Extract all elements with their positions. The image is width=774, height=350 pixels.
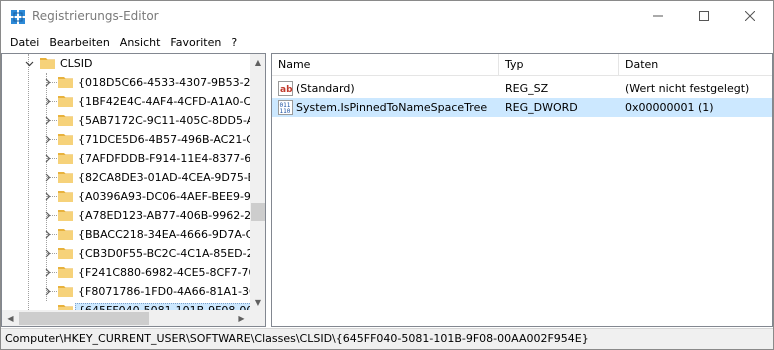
- folder-icon: [58, 172, 73, 183]
- minimize-icon: [653, 15, 663, 17]
- expand-arrow-icon[interactable]: [42, 153, 52, 163]
- menu-ansicht[interactable]: Ansicht: [115, 36, 166, 49]
- tree-item-clsid-child[interactable]: {CB3D0F55-BC2C-4C1A-85ED-23: [2, 244, 261, 263]
- registry-path: Computer\HKEY_CURRENT_USER\SOFTWARE\Clas…: [5, 332, 589, 345]
- tree-item-label: CLSID: [60, 57, 93, 70]
- expand-arrow-icon[interactable]: [42, 210, 52, 220]
- expand-arrow-icon[interactable]: [42, 267, 52, 277]
- folder-icon: [58, 134, 73, 145]
- window-title: Registrierungs-Editor: [32, 9, 159, 23]
- expand-arrow-icon[interactable]: [42, 248, 52, 258]
- list-row[interactable]: ab (Standard) REG_SZ (Wert nicht festgel…: [272, 79, 772, 98]
- expand-arrow-icon[interactable]: [42, 191, 52, 201]
- tree-item-clsid[interactable]: CLSID: [2, 54, 251, 73]
- tree-item-clsid-child[interactable]: {F241C880-6982-4CE5-8CF7-708: [2, 263, 263, 282]
- maximize-button[interactable]: [681, 1, 727, 31]
- menu-bearbeiten[interactable]: Bearbeiten: [44, 36, 114, 49]
- list-header: Name Typ Daten: [272, 54, 772, 76]
- close-button[interactable]: [727, 1, 773, 31]
- value-name: (Standard): [296, 82, 355, 95]
- tree-item-clsid-child[interactable]: {BBACC218-34EA-4666-9D7A-C7: [2, 225, 260, 244]
- status-bar: Computer\HKEY_CURRENT_USER\SOFTWARE\Clas…: [1, 328, 773, 349]
- values-list-pane: Name Typ Daten ab (Standard) REG_SZ (Wer…: [271, 53, 773, 327]
- folder-icon: [58, 191, 73, 202]
- expand-arrow-icon[interactable]: [42, 286, 52, 296]
- expand-arrow-icon[interactable]: [42, 229, 52, 239]
- value-type: REG_SZ: [505, 82, 549, 95]
- folder-icon: [58, 229, 73, 240]
- expand-arrow-icon[interactable]: [42, 96, 52, 106]
- key-tree-pane: CLSID {018D5C66-4533-4307-9B53-224I {1BF4…: [1, 53, 266, 327]
- registry-editor-window: Registrierungs-Editor Datei Bearbeiten A…: [0, 0, 774, 350]
- tree-item-label: {1BF42E4C-4AF4-4CFD-A1A0-CF: [78, 95, 258, 108]
- value-type: REG_DWORD: [505, 101, 578, 114]
- tree-item-clsid-child[interactable]: {82CA8DE3-01AD-4CEA-9D75-BI: [2, 168, 258, 187]
- tree-item-clsid-child[interactable]: {A78ED123-AB77-406B-9962-2A5: [2, 206, 265, 225]
- tree-item-label: {71DCE5D6-4B57-496B-AC21-CD: [78, 133, 263, 146]
- value-data: (Wert nicht festgelegt): [625, 82, 750, 95]
- expand-arrow-icon[interactable]: [42, 172, 52, 182]
- scroll-thumb[interactable]: [251, 203, 265, 221]
- tree-item-clsid-child[interactable]: {1BF42E4C-4AF4-4CFD-A1A0-CF: [2, 92, 258, 111]
- tree-item-clsid-child[interactable]: {71DCE5D6-4B57-496B-AC21-CD: [2, 130, 262, 149]
- scroll-down-arrow-icon[interactable]: ▼: [250, 294, 265, 310]
- scrollbar-corner: [250, 310, 265, 326]
- tree-item-clsid-child[interactable]: {7AFDFDDB-F914-11E4-8377-6C3: [2, 149, 265, 168]
- column-header-name[interactable]: Name: [272, 54, 499, 76]
- tree-item-label: {7AFDFDDB-F914-11E4-8377-6C3: [78, 152, 266, 165]
- folder-icon: [58, 96, 73, 107]
- tree-item-label: {82CA8DE3-01AD-4CEA-9D75-BI: [78, 171, 259, 184]
- scroll-up-arrow-icon[interactable]: ▲: [250, 54, 265, 70]
- column-header-type[interactable]: Typ: [499, 54, 619, 76]
- scroll-thumb[interactable]: [19, 312, 149, 325]
- folder-icon: [58, 286, 73, 297]
- scroll-right-arrow-icon[interactable]: ▶: [233, 310, 250, 326]
- tree-item-clsid-child[interactable]: {F8071786-1FD0-4A66-81A1-3CE: [2, 282, 264, 301]
- tree-item-label: {A0396A93-DC06-4AEF-BEE9-95I: [78, 190, 262, 203]
- value-name: System.IsPinnedToNameSpaceTree: [296, 101, 488, 114]
- svg-text:110: 110: [280, 108, 291, 115]
- list-row-selected[interactable]: 011 110 System.IsPinnedToNameSpaceTree R…: [272, 98, 772, 117]
- folder-icon: [58, 210, 73, 221]
- tree-horizontal-scrollbar[interactable]: ◀ ▶: [2, 310, 250, 326]
- svg-text:ab: ab: [280, 85, 293, 95]
- menu-datei[interactable]: Datei: [5, 36, 44, 49]
- tree-item-label: {018D5C66-4533-4307-9B53-224I: [78, 76, 266, 89]
- tree-item-label: {F8071786-1FD0-4A66-81A1-3CE: [78, 285, 264, 298]
- expand-arrow-icon[interactable]: [42, 134, 52, 144]
- column-header-data[interactable]: Daten: [619, 54, 772, 76]
- tree-item-clsid-child[interactable]: {018D5C66-4533-4307-9B53-224I: [2, 73, 265, 92]
- string-value-icon: ab: [278, 81, 293, 96]
- tree-item-label: {F241C880-6982-4CE5-8CF7-708: [78, 266, 263, 279]
- expand-arrow-icon[interactable]: [42, 115, 52, 125]
- minimize-button[interactable]: [635, 1, 681, 31]
- regedit-app-icon: [11, 10, 25, 24]
- tree-vertical-scrollbar[interactable]: ▲ ▼: [250, 54, 265, 310]
- scroll-left-arrow-icon[interactable]: ◀: [2, 310, 19, 326]
- maximize-icon: [699, 11, 709, 21]
- close-icon: [745, 11, 755, 21]
- collapse-arrow-icon[interactable]: [24, 58, 34, 68]
- tree-item-label: {A78ED123-AB77-406B-9962-2A5: [78, 209, 266, 222]
- tree-item-label: {CB3D0F55-BC2C-4C1A-85ED-23: [78, 247, 261, 260]
- tree-item-clsid-child[interactable]: {A0396A93-DC06-4AEF-BEE9-95I: [2, 187, 261, 206]
- tree-item-label: {5AB7172C-9C11-405C-8DD5-AF: [78, 114, 261, 127]
- menu-bar: Datei Bearbeiten Ansicht Favoriten ?: [1, 32, 773, 52]
- tree-item-label: {BBACC218-34EA-4666-9D7A-C7: [78, 228, 261, 241]
- menu-favoriten[interactable]: Favoriten: [165, 36, 226, 49]
- tree-item-clsid-child[interactable]: {5AB7172C-9C11-405C-8DD5-AF: [2, 111, 261, 130]
- binary-value-icon: 011 110: [278, 100, 293, 115]
- folder-icon: [58, 77, 73, 88]
- folder-icon: [58, 248, 73, 259]
- folder-icon: [58, 115, 73, 126]
- menu-help[interactable]: ?: [226, 36, 242, 49]
- folder-icon: [58, 153, 73, 164]
- folder-open-icon: [40, 58, 55, 69]
- value-data: 0x00000001 (1): [625, 101, 714, 114]
- expand-arrow-icon[interactable]: [42, 77, 52, 87]
- folder-icon: [58, 267, 73, 278]
- title-bar: Registrierungs-Editor: [1, 1, 773, 32]
